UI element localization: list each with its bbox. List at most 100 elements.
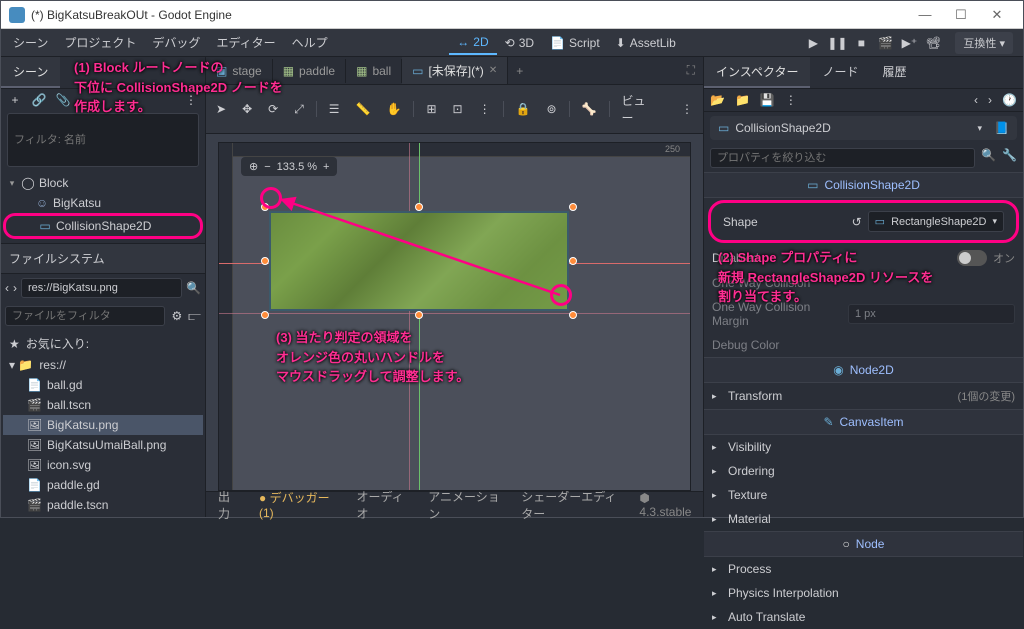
node-bigkatsu[interactable]: ☺ BigKatsu: [3, 193, 203, 213]
prop-oneway[interactable]: One Way Collision: [704, 271, 1023, 295]
bone-button[interactable]: 🦴: [578, 99, 601, 119]
scene-tab-unsaved[interactable]: ▭[未保存](*)✕: [402, 57, 508, 84]
file-paddle-gd[interactable]: 📄paddle.gd: [3, 475, 203, 495]
file-ball-tscn[interactable]: 🎬ball.tscn: [3, 395, 203, 415]
section-node2d[interactable]: ◉Node2D: [704, 357, 1023, 383]
scene-tab-paddle[interactable]: ▦paddle: [273, 59, 346, 83]
group-material[interactable]: ▸Material: [704, 507, 1023, 531]
file-ball-gd[interactable]: 📄ball.gd: [3, 375, 203, 395]
stop-button[interactable]: ■: [853, 35, 869, 51]
mode-assetlib-button[interactable]: ⬇ AssetLib: [608, 32, 684, 54]
prop-disabled[interactable]: Disabled オン: [704, 245, 1023, 271]
scene-more-button[interactable]: ⋮: [183, 93, 199, 107]
scene-tab-ball[interactable]: ▦ball: [346, 59, 402, 83]
mode-2d-button[interactable]: ↔ 2D: [449, 31, 496, 55]
shape-value[interactable]: ▭RectangleShape2D▾: [868, 211, 1004, 232]
revert-icon[interactable]: ↺: [852, 215, 862, 229]
instance-scene-button[interactable]: 🔗: [31, 93, 47, 107]
pause-button[interactable]: ❚❚: [829, 35, 845, 51]
insp-save-button[interactable]: 💾: [760, 93, 775, 107]
window-minimize-button[interactable]: —: [907, 1, 943, 28]
handle-mr[interactable]: [569, 257, 577, 265]
fs-fwd-button[interactable]: ›: [13, 281, 17, 295]
play-custom-button[interactable]: ▶⁺: [901, 35, 917, 51]
group-physics[interactable]: ▸Physics Interpolation: [704, 581, 1023, 605]
movie-button[interactable]: 📽: [925, 35, 941, 51]
handle-tr[interactable]: [569, 203, 577, 211]
view-button[interactable]: ビュー: [617, 89, 661, 129]
fs-split-button[interactable]: ⫍: [188, 309, 201, 324]
insp-folder-button[interactable]: 📁: [735, 93, 750, 107]
scale-tool[interactable]: ⤢: [290, 99, 308, 120]
handle-ml[interactable]: [261, 257, 269, 265]
2d-viewport[interactable]: 250: [206, 134, 703, 491]
prop-shape[interactable]: Shape ↺ ▭RectangleShape2D▾: [715, 206, 1012, 237]
mode-3d-button[interactable]: ⟲ 3D: [497, 32, 542, 54]
tab-node[interactable]: ノード: [810, 57, 870, 88]
inspector-filter-search-icon[interactable]: 🔍: [981, 148, 996, 168]
menu-project[interactable]: プロジェクト: [56, 30, 144, 55]
play-scene-button[interactable]: 🎬: [877, 35, 893, 51]
section-canvasitem[interactable]: ✎CanvasItem: [704, 409, 1023, 435]
ruler-tool[interactable]: 📏: [352, 99, 375, 119]
tab-close-icon[interactable]: ✕: [489, 65, 497, 76]
file-paddle-tscn[interactable]: 🎬paddle.tscn: [3, 495, 203, 515]
distraction-free-button[interactable]: ⛶: [679, 63, 703, 78]
fs-filter-input[interactable]: [5, 306, 165, 326]
snap-options[interactable]: ⋮: [475, 99, 495, 119]
move-tool[interactable]: ✥: [238, 99, 256, 119]
group-ordering[interactable]: ▸Ordering: [704, 459, 1023, 483]
add-node-button[interactable]: +: [7, 93, 23, 107]
file-icon-svg[interactable]: 🖼icon.svg: [3, 455, 203, 475]
insp-open-button[interactable]: 📂: [710, 93, 725, 107]
group-visibility[interactable]: ▸Visibility: [704, 435, 1023, 459]
menu-debug[interactable]: デバッグ: [144, 30, 208, 55]
insp-fwd-button[interactable]: ›: [988, 93, 992, 107]
fs-settings-button[interactable]: ⚙: [171, 309, 182, 323]
menu-editor[interactable]: エディター: [208, 30, 283, 55]
group-process[interactable]: ▸Process: [704, 557, 1023, 581]
handle-bc[interactable]: [415, 311, 423, 319]
zoom-value[interactable]: 133.5 %: [277, 161, 317, 173]
group-button[interactable]: ⊚: [543, 99, 561, 119]
tab-scene[interactable]: シーン: [1, 57, 60, 88]
filesystem-header[interactable]: ファイルシステム: [1, 243, 205, 274]
group-autotranslate[interactable]: ▸Auto Translate: [704, 605, 1023, 629]
play-button[interactable]: ▶: [805, 35, 821, 51]
renderer-dropdown[interactable]: 互換性 ▾: [955, 32, 1013, 54]
viewport-corner-button[interactable]: ⋮: [677, 99, 697, 119]
zoom-in-icon[interactable]: +: [323, 161, 329, 173]
fs-back-button[interactable]: ‹: [5, 281, 9, 295]
file-bigkatsu-png[interactable]: 🖼BigKatsu.png: [3, 415, 203, 435]
pan-tool[interactable]: ✋: [383, 99, 406, 119]
menu-scene[interactable]: シーン: [5, 30, 56, 55]
center-view-icon[interactable]: ⊕: [249, 160, 258, 173]
window-close-button[interactable]: ✕: [979, 1, 1015, 28]
node-collisionshape2d[interactable]: ▭ CollisionShape2D: [3, 213, 203, 239]
list-tool[interactable]: ☰: [325, 99, 344, 119]
scene-tab-stage[interactable]: ▣stage: [206, 59, 273, 83]
snap-toggle[interactable]: ⊞: [422, 99, 440, 119]
tab-inspector[interactable]: インスペクター: [704, 57, 810, 88]
zoom-out-icon[interactable]: −: [264, 161, 270, 173]
insp-history-button[interactable]: 🕐: [1002, 93, 1017, 107]
window-maximize-button[interactable]: ☐: [943, 1, 979, 28]
file-list[interactable]: ★ お気に入り: ▾ 📁 res:// 📄ball.gd 🎬ball.tscn …: [1, 330, 205, 517]
fs-search-button[interactable]: 🔍: [186, 281, 201, 295]
node-block[interactable]: ▾ ◯ Block: [3, 173, 203, 193]
favorites-row[interactable]: ★ お気に入り:: [3, 332, 203, 355]
handle-br[interactable]: [569, 311, 577, 319]
insp-more-button[interactable]: ⋮: [785, 93, 797, 107]
new-tab-button[interactable]: +: [508, 64, 531, 78]
group-texture[interactable]: ▸Texture: [704, 483, 1023, 507]
inspector-node-selector[interactable]: ▭ CollisionShape2D ▾ 📘: [710, 116, 1017, 140]
tab-history[interactable]: 履歴: [870, 57, 918, 88]
lock-button[interactable]: 🔒: [512, 99, 535, 119]
file-umaiball-png[interactable]: 🖼BigKatsuUmaiBall.png: [3, 435, 203, 455]
disabled-toggle[interactable]: [957, 250, 987, 266]
mode-script-button[interactable]: 📄 Script: [542, 32, 608, 54]
handle-bl[interactable]: [261, 311, 269, 319]
smart-snap-toggle[interactable]: ⊡: [449, 99, 467, 119]
prop-margin[interactable]: One Way Collision Margin 1 px: [704, 295, 1023, 333]
menu-help[interactable]: ヘルプ: [284, 30, 336, 55]
